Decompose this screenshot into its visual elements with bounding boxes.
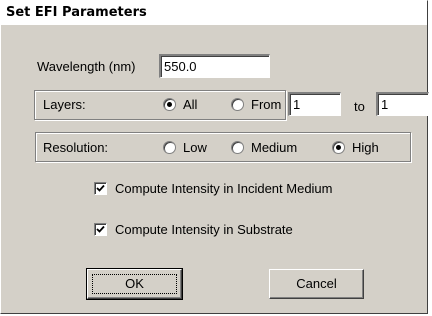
cancel-button-label: Cancel: [296, 276, 337, 291]
cancel-button[interactable]: Cancel: [269, 269, 364, 299]
set-efi-parameters-dialog: Set EFI Parameters Wavelength (nm) Layer…: [0, 0, 429, 314]
layers-to-input[interactable]: [376, 92, 429, 116]
ok-button[interactable]: OK: [86, 268, 183, 300]
focus-ring: [92, 274, 177, 294]
checkmark-icon: [96, 225, 105, 233]
layers-from-label[interactable]: From: [251, 97, 281, 113]
wavelength-input[interactable]: [159, 54, 270, 78]
resolution-low-radio[interactable]: [163, 141, 176, 154]
resolution-high-label[interactable]: High: [352, 140, 379, 156]
dialog-title: Set EFI Parameters: [1, 1, 427, 25]
resolution-medium-label[interactable]: Medium: [251, 140, 297, 156]
incident-medium-label[interactable]: Compute Intensity in Incident Medium: [115, 181, 333, 197]
checkmark-icon: [96, 184, 105, 192]
resolution-medium-radio[interactable]: [231, 141, 244, 154]
resolution-low-label[interactable]: Low: [183, 140, 207, 156]
layers-from-radio[interactable]: [231, 98, 244, 111]
resolution-high-radio[interactable]: [332, 141, 345, 154]
resolution-label: Resolution:: [43, 140, 109, 155]
wavelength-label: Wavelength (nm): [37, 59, 136, 74]
layers-to-label: to: [354, 99, 365, 114]
layers-label: Layers:: [43, 97, 86, 112]
substrate-checkbox[interactable]: [94, 223, 107, 236]
layers-from-input[interactable]: [288, 92, 341, 116]
layers-all-radio[interactable]: [163, 98, 176, 111]
incident-medium-checkbox[interactable]: [94, 182, 107, 195]
layers-all-label[interactable]: All: [183, 97, 197, 113]
substrate-label[interactable]: Compute Intensity in Substrate: [115, 222, 293, 238]
